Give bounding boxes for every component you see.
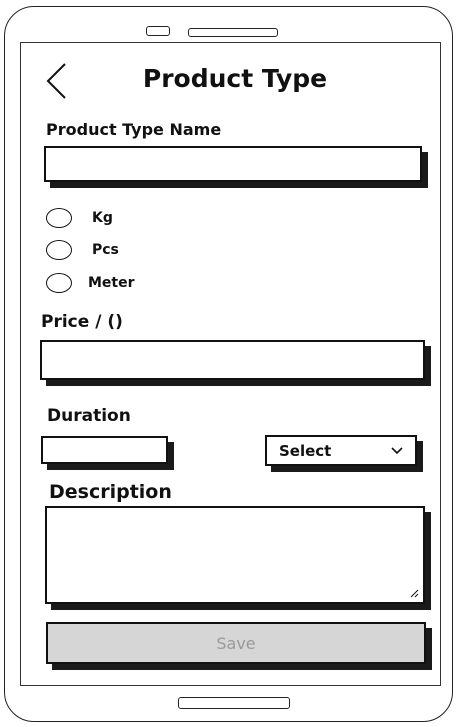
product-type-name-field[interactable]	[44, 146, 422, 182]
chevron-left-icon	[46, 63, 66, 99]
product-type-name-label: Product Type Name	[46, 120, 222, 139]
description-field[interactable]	[45, 506, 425, 604]
radio-circle[interactable]	[46, 273, 72, 293]
home-bar	[178, 697, 290, 709]
duration-input[interactable]	[43, 438, 166, 462]
resize-grip-icon[interactable]	[409, 588, 419, 598]
back-button[interactable]	[44, 62, 70, 100]
radio-kg-label: Kg	[92, 210, 113, 226]
product-type-name-input[interactable]	[46, 148, 420, 180]
page-title: Product Type	[142, 64, 328, 93]
duration-label: Duration	[47, 406, 131, 426]
radio-circle[interactable]	[46, 240, 72, 260]
description-label: Description	[49, 481, 172, 503]
description-textarea[interactable]	[47, 508, 423, 602]
radio-pcs-label: Pcs	[92, 242, 119, 258]
save-button[interactable]: Save	[46, 622, 426, 664]
duration-select-value: Select	[279, 441, 332, 460]
speaker	[188, 28, 278, 37]
radio-meter-label: Meter	[88, 275, 135, 291]
radio-circle[interactable]	[46, 208, 72, 228]
chevron-down-icon	[391, 444, 403, 458]
radio-pcs[interactable]: Pcs	[46, 238, 119, 262]
camera	[146, 26, 170, 36]
duration-field[interactable]	[41, 436, 168, 464]
price-field[interactable]	[40, 340, 425, 380]
price-label: Price / ()	[41, 312, 123, 332]
radio-meter[interactable]: Meter	[46, 271, 135, 295]
price-input[interactable]	[42, 342, 423, 378]
radio-kg[interactable]: Kg	[46, 206, 113, 230]
duration-select[interactable]: Select	[265, 435, 417, 466]
